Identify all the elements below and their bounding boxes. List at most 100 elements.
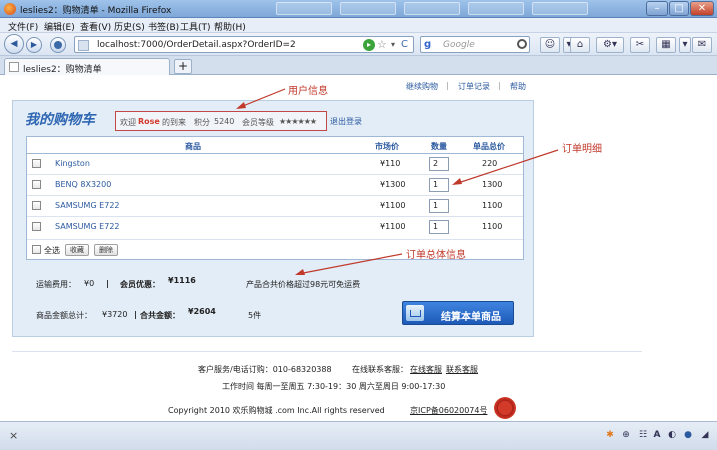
- tab-strip: leslies2：购物清单 +: [0, 56, 717, 75]
- discount-value: ¥1116: [168, 276, 196, 285]
- shipping-value: ¥0: [84, 279, 95, 288]
- collect-button[interactable]: 收藏: [65, 244, 89, 256]
- addon-icon[interactable]: ◐: [666, 429, 678, 441]
- logout-link[interactable]: 退出登录: [330, 116, 362, 127]
- title-bar: leslies2：购物清单 - Mozilla Firefox – □ ✕: [0, 0, 717, 18]
- zoom-icon[interactable]: ⊕: [620, 429, 632, 441]
- table-row: SAMSUMG E722 ¥1100 1 1100: [27, 217, 523, 238]
- online-service-link[interactable]: 在线客服: [410, 364, 442, 375]
- close-findbar-icon[interactable]: ×: [9, 429, 18, 442]
- market-price: ¥110: [380, 159, 401, 168]
- separator: |: [446, 81, 449, 90]
- minimize-button[interactable]: –: [646, 1, 668, 16]
- background-tab-ghost: [340, 2, 396, 15]
- order-records-link[interactable]: 订单记录: [458, 81, 490, 92]
- continue-shopping-link[interactable]: 继续购物: [406, 81, 438, 92]
- item-checkbox[interactable]: [32, 180, 41, 189]
- help-link[interactable]: 帮助: [510, 81, 526, 92]
- background-tab-ghost: [276, 2, 332, 15]
- address-bar[interactable]: localhost:7000/OrderDetail.aspx?OrderID=…: [74, 36, 414, 53]
- product-name[interactable]: BENQ 8X3200: [55, 180, 111, 189]
- item-total: 1300: [482, 180, 503, 189]
- reload-icon[interactable]: C: [401, 39, 408, 50]
- item-checkbox[interactable]: [32, 222, 41, 231]
- contact-service-link[interactable]: 联系客服: [446, 364, 478, 375]
- quantity-input[interactable]: 1: [429, 178, 449, 192]
- product-name[interactable]: SAMSUMG E722: [55, 201, 120, 210]
- product-name[interactable]: Kingston: [55, 159, 90, 168]
- item-checkbox[interactable]: [32, 159, 41, 168]
- annotation-user-info: 用户信息: [288, 86, 328, 97]
- annotation-order-total: 订单总体信息: [406, 250, 466, 261]
- police-badge-icon[interactable]: [494, 397, 516, 419]
- search-bar[interactable]: g Google: [420, 36, 530, 53]
- tools-icon[interactable]: ⚙▾: [596, 37, 624, 53]
- market-price: ¥1100: [380, 222, 406, 231]
- order-summary: 运输费用： ¥0 | 会员优惠： ¥1116 产品合共价格超过98元可免运费 商…: [26, 261, 524, 336]
- maximize-button[interactable]: □: [669, 1, 689, 16]
- cart-icon: [406, 305, 424, 321]
- online-service-label: 在线联系客服：: [352, 365, 408, 374]
- user-info-box: 欢迎 Rose 的到来 积分 5240 会员等级 ★★★★★★: [115, 111, 327, 131]
- back-button[interactable]: ◀: [4, 34, 24, 54]
- discount-label: 会员优惠：: [120, 280, 160, 289]
- mail-icon[interactable]: ✉: [692, 37, 712, 53]
- icp-license-link[interactable]: 京ICP备06020074号: [410, 405, 488, 416]
- order-items-table: 商品 市场价 数量 单品总价 Kingston ¥110 2 220 BENQ …: [26, 136, 524, 260]
- item-total: 1100: [482, 201, 503, 210]
- separator: |: [498, 81, 501, 90]
- select-all-label[interactable]: 全选: [44, 245, 60, 256]
- quantity-input[interactable]: 1: [429, 199, 449, 213]
- url-dropdown-icon[interactable]: ▾: [391, 40, 395, 49]
- firebug-icon[interactable]: ✱: [604, 429, 616, 441]
- menu-file[interactable]: 文件(F): [8, 20, 38, 33]
- delete-button[interactable]: 删除: [94, 244, 118, 256]
- item-count: 5件: [248, 311, 262, 320]
- identity-button[interactable]: [50, 37, 66, 53]
- tab-order-list[interactable]: leslies2：购物清单: [4, 58, 170, 75]
- google-icon[interactable]: g: [424, 39, 431, 50]
- points-value: 5240: [214, 117, 235, 126]
- text-icon[interactable]: ☷: [637, 429, 649, 441]
- menu-edit[interactable]: 编辑(E): [44, 20, 75, 33]
- item-total: 220: [482, 159, 498, 168]
- copyright: Copyright 2010 欢乐购物城 .com Inc.All rights…: [168, 406, 385, 415]
- separator: |: [134, 310, 137, 319]
- menu-tools[interactable]: 工具(T): [180, 20, 211, 33]
- cart-panel: 我的购物车 欢迎 Rose 的到来 积分 5240 会员等级 ★★★★★★ 退出…: [12, 100, 534, 337]
- welcome-suffix: 的到来: [162, 118, 186, 127]
- globe-icon[interactable]: ●: [682, 429, 694, 441]
- resize-icon[interactable]: ◢: [699, 429, 711, 441]
- home-icon[interactable]: ⌂: [570, 37, 590, 53]
- checkout-button[interactable]: 结算本单商品: [402, 301, 514, 325]
- new-tab-button[interactable]: +: [174, 59, 192, 74]
- page-icon: [9, 62, 19, 72]
- free-shipping-note: 产品合共价格超过98元可免运费: [246, 280, 361, 289]
- grid-icon[interactable]: ▦: [656, 37, 676, 53]
- font-icon[interactable]: A: [651, 429, 663, 441]
- menu-bookmarks[interactable]: 书签(B): [148, 20, 179, 33]
- back-arrow-icon: ◀: [10, 39, 18, 49]
- quantity-input[interactable]: 1: [429, 220, 449, 234]
- table-row: BENQ 8X3200 ¥1300 1 1300: [27, 175, 523, 196]
- forward-button[interactable]: ▶: [26, 37, 42, 53]
- select-all-checkbox[interactable]: [32, 245, 41, 254]
- amount-value: ¥3720: [102, 310, 128, 319]
- search-icon[interactable]: [517, 39, 527, 49]
- total-label: 合共金额：: [140, 311, 180, 320]
- product-name[interactable]: SAMSUMG E722: [55, 222, 120, 231]
- search-placeholder[interactable]: Google: [443, 40, 475, 50]
- quantity-input[interactable]: 2: [429, 157, 449, 171]
- person-icon[interactable]: ☺: [540, 37, 560, 53]
- menu-history[interactable]: 历史(S): [114, 20, 145, 33]
- status-bar: × ✱ ⊕ ☷ A ◐ ● ◢: [0, 421, 717, 450]
- menu-icon[interactable]: ▾: [679, 37, 691, 53]
- bookmark-star-icon[interactable]: ☆: [377, 38, 387, 51]
- close-button[interactable]: ✕: [690, 1, 714, 16]
- url-text[interactable]: localhost:7000/OrderDetail.aspx?OrderID=…: [97, 40, 296, 50]
- item-checkbox[interactable]: [32, 201, 41, 210]
- menu-help[interactable]: 帮助(H): [214, 20, 246, 33]
- go-icon[interactable]: ▸: [363, 39, 375, 51]
- menu-view[interactable]: 查看(V): [80, 20, 111, 33]
- scissors-icon[interactable]: ✂: [630, 37, 650, 53]
